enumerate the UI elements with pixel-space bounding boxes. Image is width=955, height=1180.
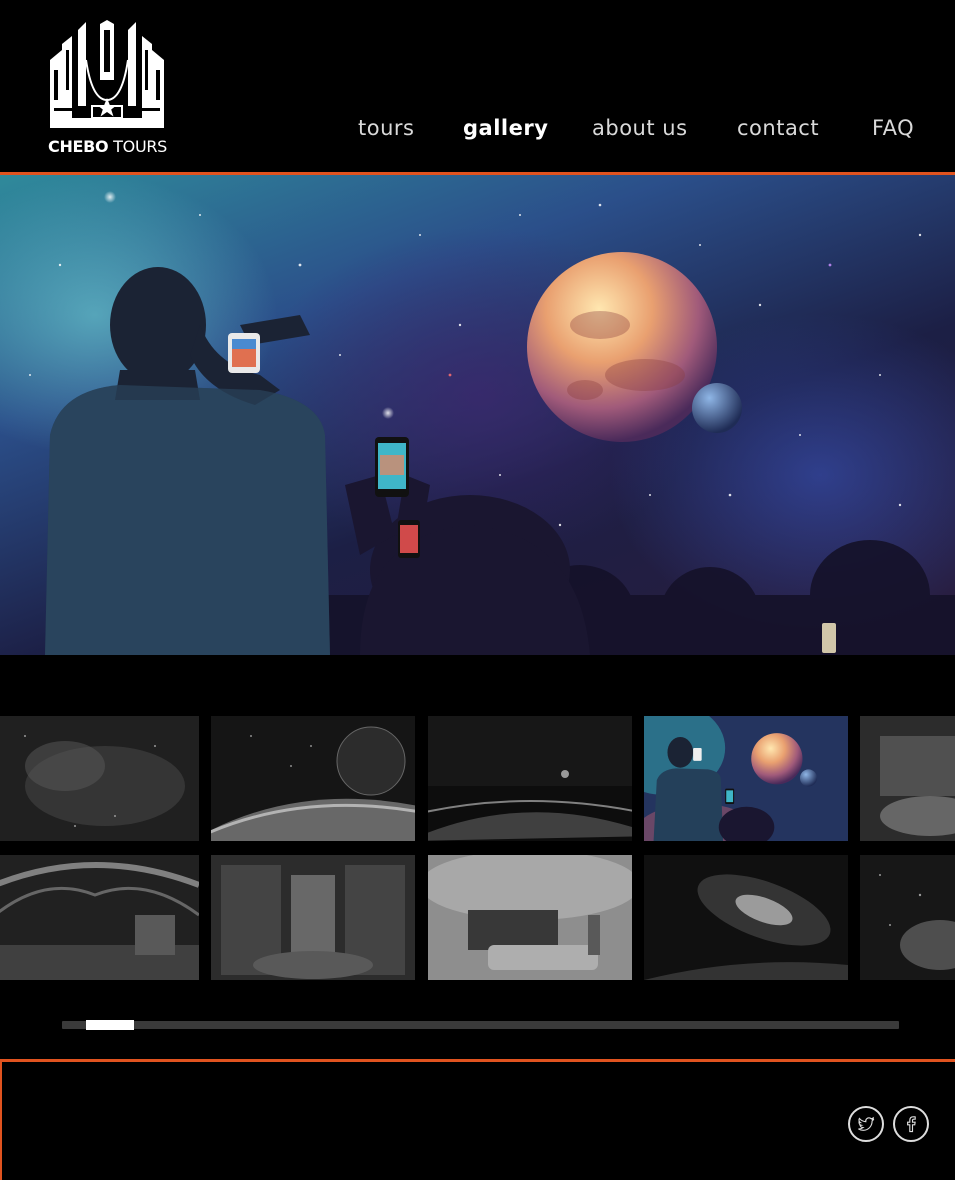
gallery-thumb-spaceship-arched-hall[interactable] [0, 855, 199, 980]
facebook-button[interactable] [893, 1106, 929, 1142]
twitter-icon [858, 1116, 875, 1131]
site-header: CHEBO TOURS tours gallery about us conta… [0, 0, 955, 172]
gallery-thumb-people-photographing-planet[interactable] [644, 716, 848, 841]
space-horizon-image [428, 716, 632, 841]
nav-item-contact[interactable]: contact [737, 116, 819, 140]
gallery-thumb-spaceship-atrium[interactable] [211, 855, 415, 980]
gallery-grid [0, 716, 955, 982]
hero-image [0, 175, 955, 655]
nav-item-about-us[interactable]: about us [592, 116, 688, 140]
gallery-thumb-planet-horizon[interactable] [211, 716, 415, 841]
twitter-button[interactable] [848, 1106, 884, 1142]
galaxy-image [644, 855, 848, 980]
gallery-scrollbar[interactable] [62, 1020, 899, 1030]
gallery-thumb-spaceship-bedroom[interactable] [428, 855, 632, 980]
gallery-thumb-star-cluster[interactable] [860, 855, 955, 980]
hero-illustration [29, 191, 955, 655]
facebook-icon [907, 1116, 916, 1133]
star-cluster-image [860, 855, 955, 980]
gallery-thumb-nebula[interactable] [0, 716, 199, 841]
gallery-thumb-space-horizon-moon[interactable] [428, 716, 632, 841]
gallery-scrollbar-thumb[interactable] [86, 1020, 134, 1030]
nav-item-gallery[interactable]: gallery [463, 116, 548, 140]
site-footer [0, 1062, 955, 1180]
bedroom-image [428, 855, 632, 980]
arched-hall-image [0, 855, 199, 980]
nebula-image [0, 716, 199, 841]
spaceship-lounge-image [860, 716, 955, 841]
gallery-thumb-spaceship-lounge-window[interactable] [860, 716, 955, 841]
gallery-thumb-spiral-galaxy[interactable] [644, 855, 848, 980]
atrium-image [211, 855, 415, 980]
selected-thumb-image [644, 716, 848, 841]
main-nav: tours gallery about us contact FAQ [0, 116, 955, 150]
nav-item-tours[interactable]: tours [358, 116, 414, 140]
planet-horizon-image [211, 716, 415, 841]
nav-item-faq[interactable]: FAQ [872, 116, 914, 140]
